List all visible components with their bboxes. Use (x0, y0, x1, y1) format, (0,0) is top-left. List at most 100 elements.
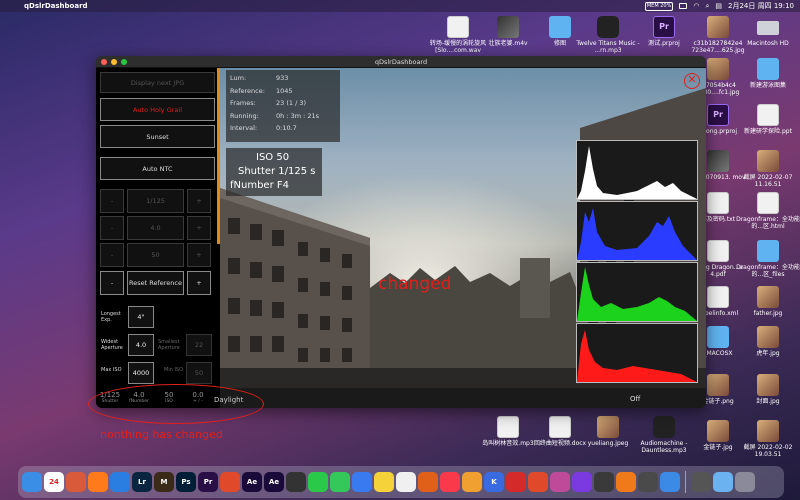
firefox-icon[interactable] (88, 472, 108, 492)
smallest-aperture-value[interactable]: 22 (186, 334, 212, 356)
messages-icon[interactable] (330, 472, 350, 492)
desktop-file-icon[interactable]: 封面.jpg (736, 374, 800, 405)
folder-file-icon (757, 240, 779, 262)
doc-file-icon (757, 104, 779, 126)
auto-ntc-button[interactable]: Auto NTC (100, 157, 215, 180)
fnumber-minus-button[interactable]: - (100, 216, 124, 240)
fnumber-step-value: 4.0 (127, 216, 184, 240)
desktop-file-icon[interactable]: 虎年.jpg (736, 326, 800, 357)
desktop-file-icon[interactable]: yueliang.jpeg (576, 416, 640, 447)
min-iso-value[interactable]: 50 (186, 362, 212, 384)
desktop-file-icon[interactable]: Macintosh HD (736, 16, 800, 47)
histogram-green-graph (577, 267, 697, 321)
doc-file-icon (549, 416, 571, 438)
desktop-file-icon[interactable]: 新建游泳图集 (736, 58, 800, 89)
max-iso-value[interactable]: 4000 (128, 362, 154, 384)
app-o-icon[interactable] (528, 472, 548, 492)
desktop-file-icon[interactable]: father.jpg (736, 286, 800, 317)
reset-reference-button[interactable]: Reset Reference (127, 271, 184, 295)
desktop-file-label: 截屏 2022-02-02 19.03.51 (743, 444, 793, 458)
menubar-datetime[interactable]: 2月24日 周四 19:10 (728, 0, 794, 12)
histogram-blue (576, 201, 698, 261)
desktop-file-icon[interactable]: 新建研学探险.ppt (736, 104, 800, 135)
window-close-button[interactable] (101, 59, 107, 65)
calendar-icon[interactable]: 24 (44, 472, 64, 492)
trash-icon[interactable] (735, 472, 755, 492)
display-next-jpg-button[interactable]: Display next JPG (100, 72, 215, 93)
app-tv-icon[interactable] (594, 472, 614, 492)
iso-minus-button[interactable]: - (100, 243, 124, 267)
wifi-icon[interactable]: ◠ (693, 0, 699, 12)
launchpad-icon[interactable] (66, 472, 86, 492)
desktop-file-icon[interactable]: 截屏 2022-02-02 19.03.51 (736, 420, 800, 458)
finder-icon[interactable] (22, 472, 42, 492)
camera-icon[interactable] (691, 472, 711, 492)
app-colorful-icon[interactable] (550, 472, 570, 492)
annotation-ellipse (88, 384, 264, 424)
panel-divider (217, 68, 220, 244)
doc-file-icon (707, 286, 729, 308)
reminders-icon[interactable] (396, 472, 416, 492)
photo-file-icon (757, 420, 779, 442)
annotation-nothing-changed: nonthing has changed (100, 428, 223, 441)
widest-aperture-label: Widest Aperture (101, 339, 123, 351)
safari-icon[interactable] (110, 472, 130, 492)
netease-icon[interactable] (506, 472, 526, 492)
app-dark-icon[interactable] (286, 472, 306, 492)
lum-value: 933 (276, 74, 289, 82)
running-value: 0h : 3m : 21s (276, 111, 320, 120)
fnumber-plus-button[interactable]: + (187, 216, 211, 240)
window-zoom-button[interactable] (121, 59, 127, 65)
desktop-file-icon[interactable]: Audiomachine - Dauntless.mp3 (632, 416, 696, 454)
music-icon[interactable] (440, 472, 460, 492)
longest-exp-label: Longest Exp. (101, 311, 121, 323)
wechat-icon[interactable] (308, 472, 328, 492)
photoshop-icon[interactable]: Ps (176, 472, 196, 492)
octopus-icon[interactable] (220, 472, 240, 492)
infuse-icon[interactable] (616, 472, 636, 492)
battery-icon[interactable] (679, 3, 688, 9)
memory-indicator[interactable]: MEM 20% (644, 1, 674, 11)
hd-file-icon (757, 21, 779, 35)
photo-file-icon (757, 150, 779, 172)
spotlight-icon[interactable]: ⌕ (705, 0, 709, 12)
desktop-file-icon[interactable]: Twelve Titans Music - ...rn.mp3 (576, 16, 640, 54)
shutter-plus-button[interactable]: + (187, 189, 211, 213)
app-swirl-icon[interactable] (572, 472, 592, 492)
desktop-file-icon[interactable]: 截屏 2022-02-07 11.16.51 (736, 150, 800, 188)
window-titlebar[interactable]: qDslrDashboard (96, 56, 706, 68)
reset-minus-button[interactable]: - (100, 271, 124, 295)
photo-file-icon (707, 374, 729, 396)
shutter-minus-button[interactable]: - (100, 189, 124, 213)
menu-app-name[interactable]: qDslrDashboard (24, 0, 88, 12)
app-check-icon[interactable] (638, 472, 658, 492)
widest-aperture-value[interactable]: 4.0 (128, 334, 154, 356)
longest-exp-value[interactable]: 4" (128, 306, 154, 328)
desktop-file-icon[interactable]: Dragonframe：全功能的...区_files (736, 240, 800, 278)
auto-holy-grail-button[interactable]: Auto Holy Grail (100, 98, 215, 121)
app-m-icon[interactable]: M (154, 472, 174, 492)
folder-file-icon (549, 16, 571, 38)
control-center-icon[interactable]: ▤ (715, 0, 722, 12)
premiere-icon[interactable]: Pr (198, 472, 218, 492)
window-minimize-button[interactable] (111, 59, 117, 65)
downloads-icon[interactable] (713, 472, 733, 492)
min-iso-label: Min ISO (164, 367, 184, 373)
after-effects-icon[interactable]: Ae (242, 472, 262, 492)
app-orange-icon[interactable] (418, 472, 438, 492)
exposure-shutter: Shutter 1/125 s (238, 166, 316, 177)
toggle-state-label[interactable]: Off (630, 395, 640, 403)
close-overlay-icon[interactable]: ✕ (684, 73, 700, 89)
mail-icon[interactable] (660, 472, 680, 492)
desktop-file-icon[interactable]: Dragonframe：全功能的...区.html (736, 192, 800, 230)
app-k-icon[interactable]: K (484, 472, 504, 492)
notes-icon[interactable] (374, 472, 394, 492)
reset-plus-button[interactable]: + (187, 271, 211, 295)
dock: 24 Lr M Ps Pr Ae Ae K (18, 466, 784, 498)
photos-icon[interactable] (462, 472, 482, 492)
after-effects-2-icon[interactable]: Ae (264, 472, 284, 492)
lightroom-icon[interactable]: Lr (132, 472, 152, 492)
iso-plus-button[interactable]: + (187, 243, 211, 267)
feishu-icon[interactable] (352, 472, 372, 492)
sunset-button[interactable]: Sunset (100, 125, 215, 148)
